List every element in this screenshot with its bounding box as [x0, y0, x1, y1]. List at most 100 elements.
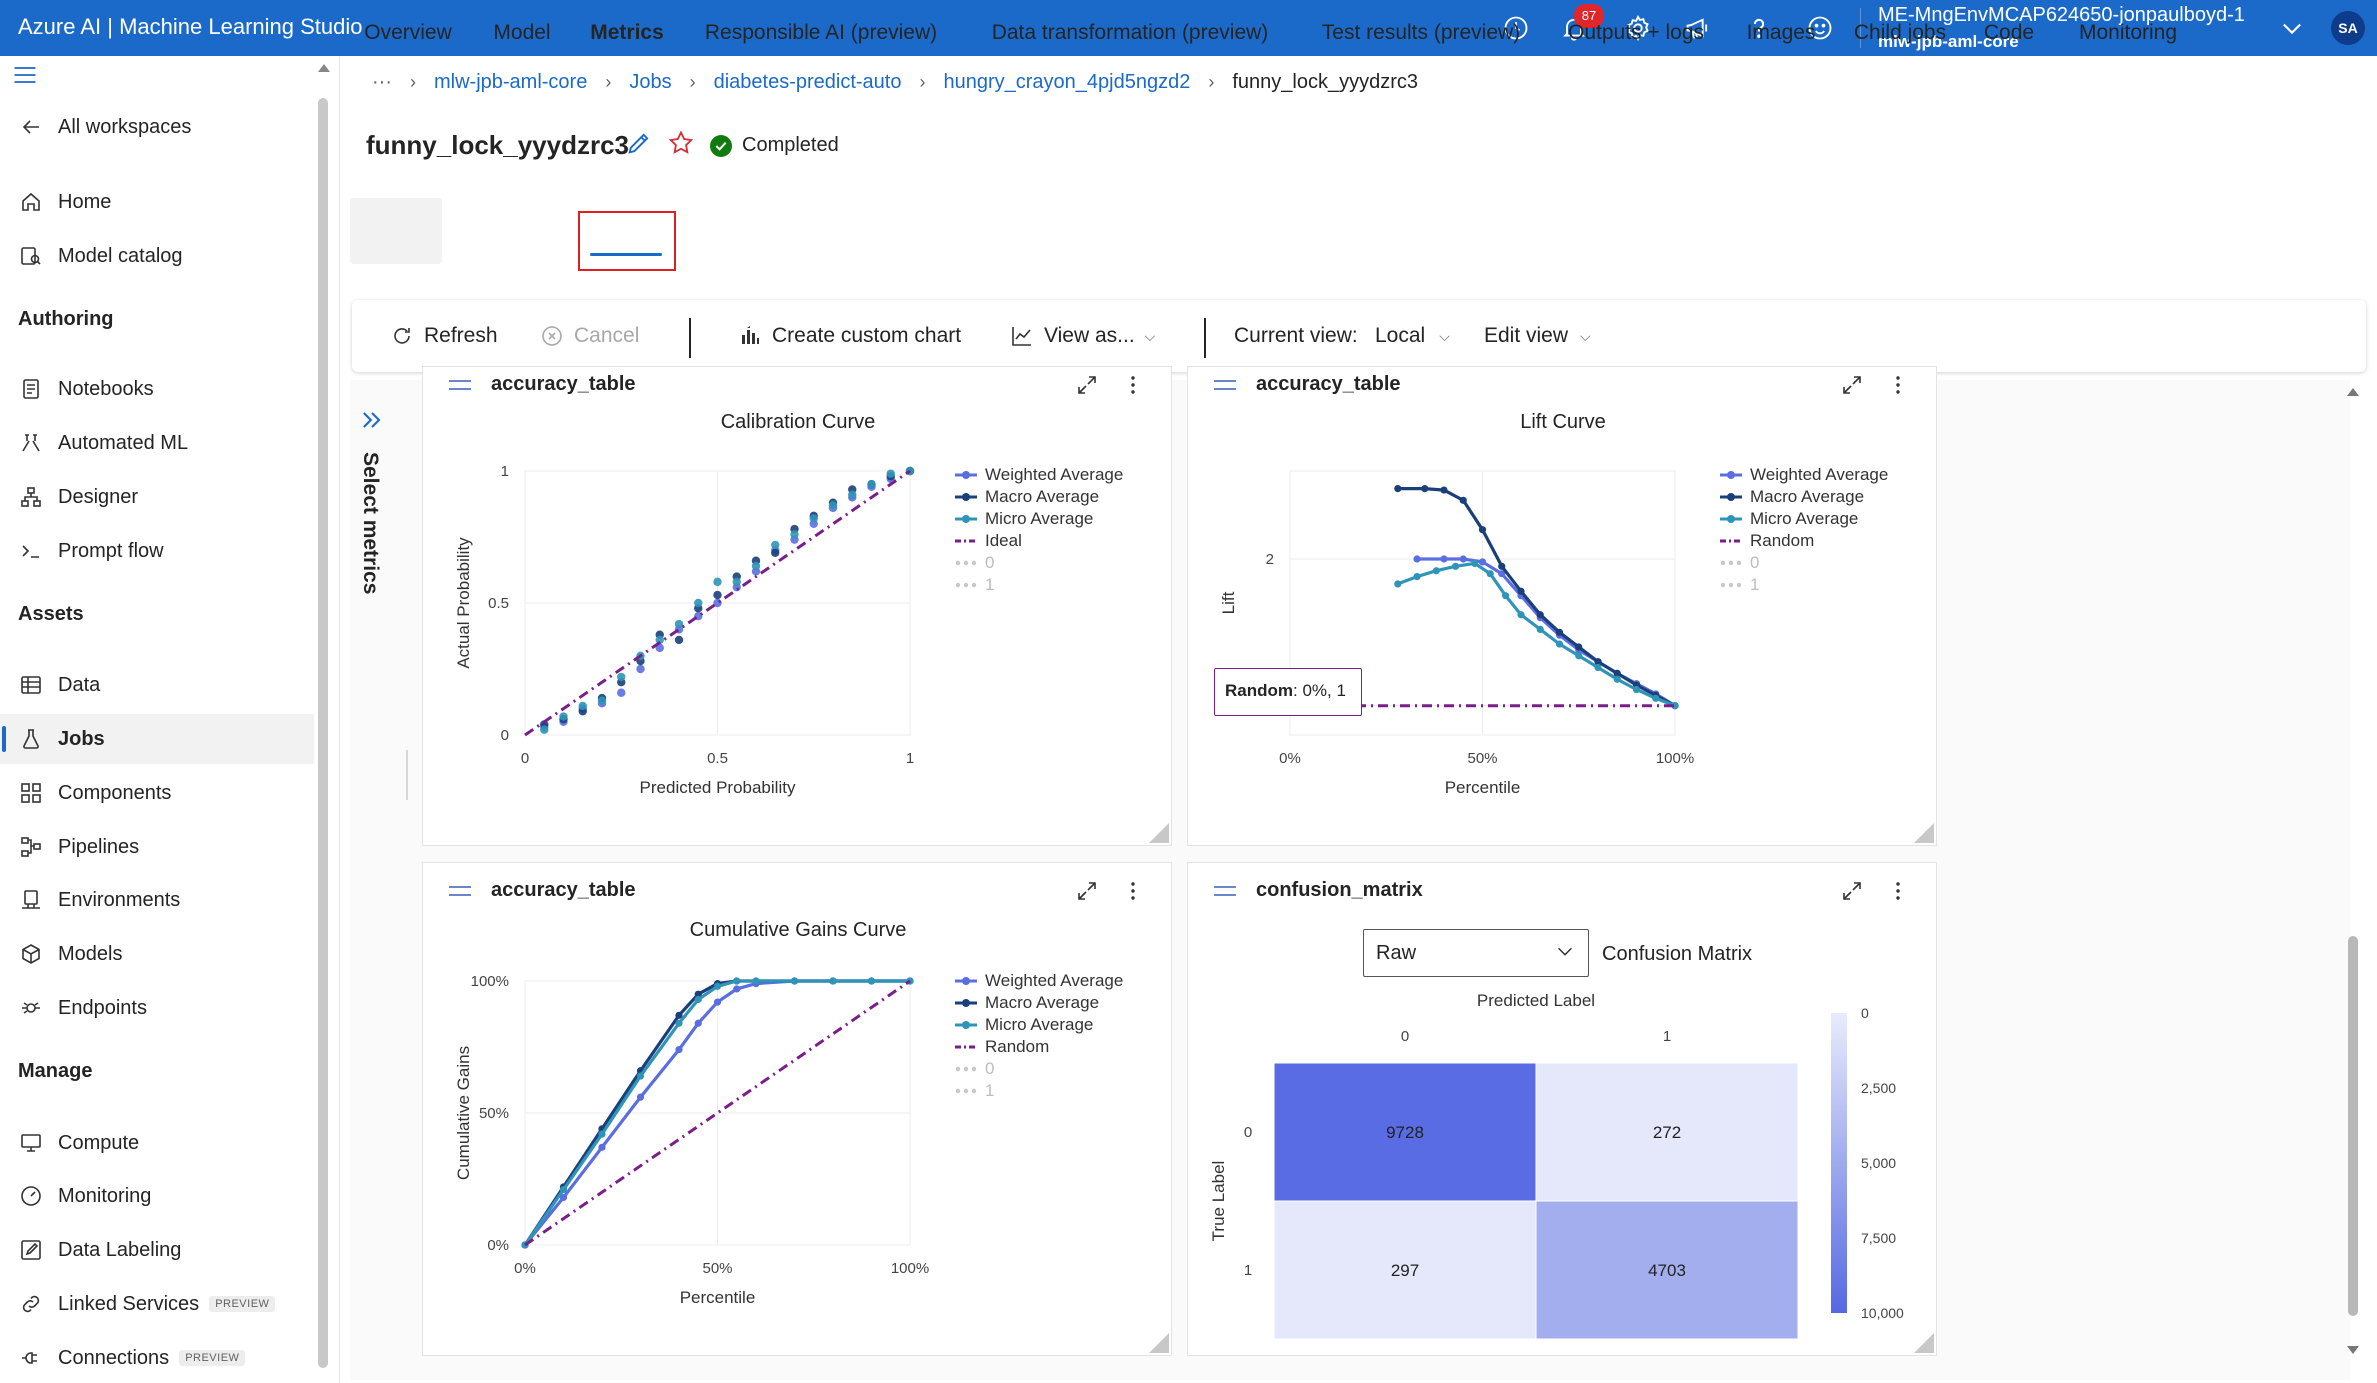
legend-item[interactable]: 1 [953, 575, 994, 595]
scroll-up-icon[interactable] [2347, 388, 2359, 396]
legend-item[interactable]: Micro Average [1718, 509, 1858, 529]
legend-label: 0 [1750, 553, 1760, 572]
resize-handle[interactable] [1914, 1333, 1934, 1353]
column-label: 1 [1663, 1028, 1671, 1045]
legend-item[interactable]: Micro Average [953, 509, 1093, 529]
legend-item[interactable]: Macro Average [1718, 487, 1864, 507]
y-tick-label: 0 [501, 727, 509, 744]
sidebar-item-endpoints[interactable]: Endpoints [18, 983, 308, 1033]
sidebar-item-prompt-flow[interactable]: Prompt flow [18, 526, 308, 576]
preview-badge: PREVIEW [179, 1350, 246, 1366]
resize-handle[interactable] [1149, 823, 1169, 843]
legend-item[interactable]: Macro Average [953, 487, 1099, 507]
breadcrumb-experiment[interactable]: diabetes-predict-auto [714, 71, 902, 94]
breadcrumb-overflow[interactable]: ··· [372, 71, 392, 94]
view-as-dropdown[interactable]: View as... ⌵ [1010, 320, 1155, 352]
drag-handle-icon[interactable] [449, 379, 471, 390]
tab-data-transformation[interactable]: Data transformation (preview) [978, 0, 1282, 66]
legend-item[interactable]: 0 [953, 553, 994, 573]
sidebar-item-linked-services[interactable]: Linked Services PREVIEW [18, 1279, 308, 1329]
tab-outputs-logs[interactable]: Outputs + logs [1556, 0, 1716, 66]
more-options-icon[interactable] [1886, 373, 1910, 397]
legend-item[interactable]: Weighted Average [953, 465, 1123, 485]
create-custom-chart-button[interactable]: Create custom chart [738, 320, 961, 352]
tab-test-results[interactable]: Test results (preview) [1316, 0, 1526, 66]
sidebar-item-environments[interactable]: Environments [18, 875, 308, 925]
legend-item[interactable]: Ideal [953, 531, 1022, 551]
sidebar-item-designer[interactable]: Designer [18, 472, 308, 522]
tab-model[interactable]: Model [480, 0, 564, 66]
tab-images[interactable]: Images [1736, 0, 1826, 66]
resize-handle[interactable] [1914, 823, 1934, 843]
sidebar-item-jobs[interactable]: Jobs [18, 714, 308, 764]
legend-item[interactable]: Weighted Average [1718, 465, 1888, 485]
expand-icon[interactable] [1840, 373, 1864, 397]
expand-icon[interactable] [1840, 879, 1864, 903]
current-view-dropdown[interactable]: Local ⌵ [1375, 320, 1450, 352]
legend-item[interactable]: Macro Average [953, 993, 1099, 1013]
sidebar-item-model-catalog[interactable]: Model catalog [18, 231, 308, 281]
star-favorite-icon[interactable] [666, 128, 696, 158]
sidebar-scroll-up-icon[interactable] [318, 64, 330, 72]
sidebar-item-connections[interactable]: Connections PREVIEW [18, 1333, 308, 1383]
drag-handle-icon[interactable] [1214, 885, 1236, 896]
pencil-edit-icon[interactable] [624, 128, 654, 158]
drag-handle-icon[interactable] [449, 885, 471, 896]
tab-metrics[interactable]: Metrics [580, 0, 674, 66]
breadcrumb-jobs[interactable]: Jobs [629, 71, 671, 94]
sidebar-item-data[interactable]: Data [18, 660, 308, 710]
legend-item[interactable]: 0 [1718, 553, 1759, 573]
legend-item[interactable]: 0 [953, 1059, 994, 1079]
tab-child-jobs[interactable]: Child jobs [1844, 0, 1956, 66]
legend-item[interactable]: Weighted Average [953, 971, 1123, 991]
edit-view-dropdown[interactable]: Edit view ⌵ [1484, 320, 1591, 352]
cancel-button[interactable]: Cancel [540, 320, 639, 352]
scrollbar-thumb[interactable] [2348, 936, 2358, 1316]
double-chevron-right-icon[interactable] [356, 404, 388, 436]
avatar[interactable]: SA [2331, 11, 2365, 45]
sidebar-item-models[interactable]: Models [18, 929, 308, 979]
tab-responsible-ai[interactable]: Responsible AI (preview) [702, 0, 940, 66]
more-options-icon[interactable] [1121, 373, 1145, 397]
sidebar-item-pipelines[interactable]: Pipelines [18, 822, 308, 872]
data-point [636, 664, 645, 674]
chevron-down-icon[interactable] [2275, 11, 2309, 45]
select-metrics-panel[interactable]: Select metrics [352, 404, 394, 604]
sidebar-item-components[interactable]: Components [18, 768, 308, 818]
sidebar-item-compute[interactable]: Compute [18, 1118, 308, 1168]
app-title[interactable]: Azure AI | Machine Learning Studio [18, 14, 362, 40]
expand-icon[interactable] [1075, 373, 1099, 397]
data-point [636, 1093, 645, 1101]
legend-item[interactable]: 1 [953, 1081, 994, 1101]
sidebar-item-notebooks[interactable]: Notebooks [18, 364, 308, 414]
breadcrumb-workspace[interactable]: mlw-jpb-aml-core [434, 71, 587, 94]
current-view-label: Current view: [1234, 324, 1358, 347]
main-scrollbar[interactable] [2346, 380, 2360, 1380]
sidebar-item-monitoring[interactable]: Monitoring [18, 1171, 308, 1221]
sidebar-item-data-labeling[interactable]: Data Labeling [18, 1225, 308, 1275]
tab-overview[interactable]: Overview [350, 0, 466, 66]
sidebar-scrollbar[interactable] [318, 98, 328, 1368]
more-options-icon[interactable] [1886, 879, 1910, 903]
tab-code[interactable]: Code [1974, 0, 2044, 66]
sidebar-item-all-workspaces[interactable]: All workspaces [18, 102, 308, 152]
breadcrumb-parent-job[interactable]: hungry_crayon_4pjd5ngzd2 [943, 71, 1190, 94]
confusion-matrix-mode-select[interactable]: Raw [1363, 929, 1589, 977]
legend-item[interactable]: 1 [1718, 575, 1759, 595]
sidebar-item-home[interactable]: Home [18, 177, 308, 227]
scroll-down-icon[interactable] [2347, 1346, 2359, 1354]
more-options-icon[interactable] [1121, 879, 1145, 903]
hamburger-menu-icon[interactable] [8, 60, 42, 90]
refresh-button[interactable]: Refresh [390, 320, 498, 352]
expand-icon[interactable] [1075, 879, 1099, 903]
resize-handle[interactable] [1149, 1333, 1169, 1353]
tab-monitoring[interactable]: Monitoring [2066, 0, 2190, 66]
legend-item[interactable]: Random [1718, 531, 1814, 551]
sidebar-item-automated-ml[interactable]: Automated ML [18, 418, 308, 468]
y-tick-label: 1 [501, 463, 509, 480]
y-tick-label: 0.5 [488, 595, 509, 612]
legend-item[interactable]: Micro Average [953, 1015, 1093, 1035]
legend-item[interactable]: Random [953, 1037, 1049, 1057]
panel-splitter[interactable] [406, 750, 408, 800]
drag-handle-icon[interactable] [1214, 379, 1236, 390]
